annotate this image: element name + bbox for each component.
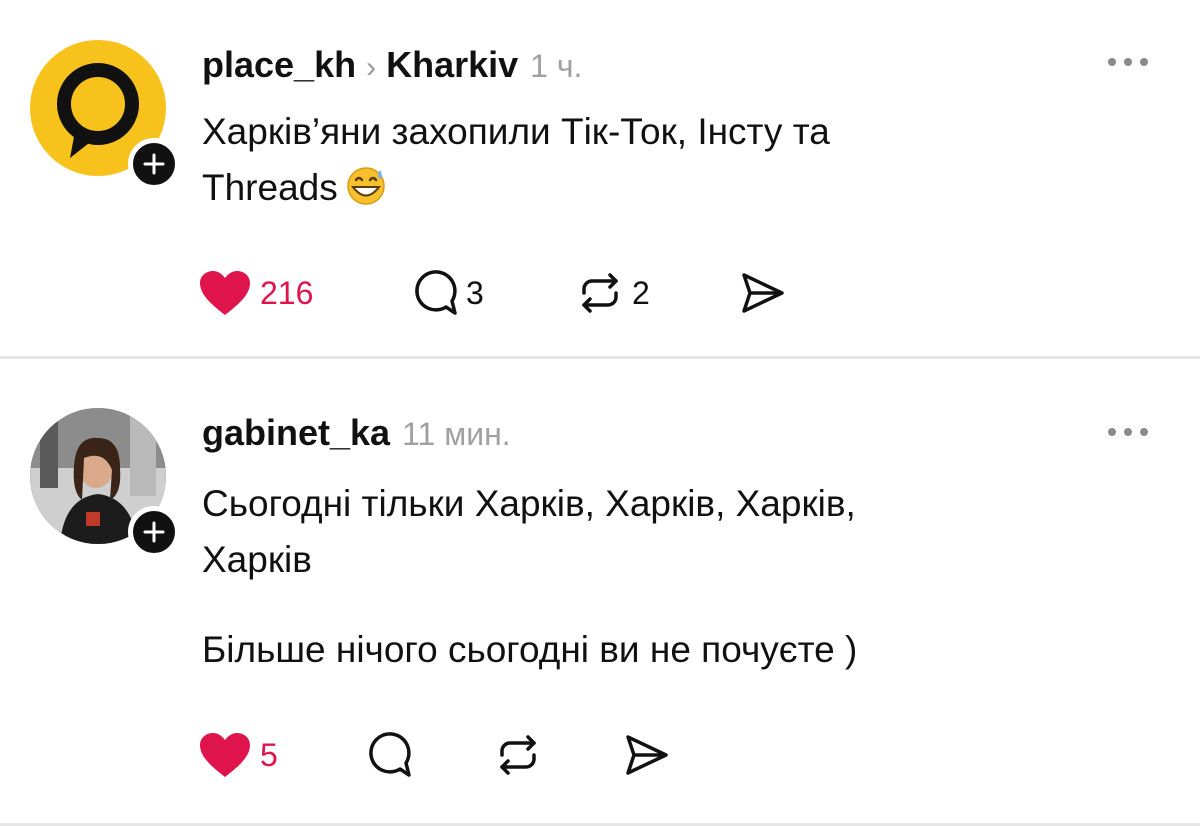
like-button[interactable]: 216 [198, 268, 313, 318]
dot [1140, 58, 1148, 66]
avatar[interactable] [30, 408, 180, 558]
repost-icon [582, 273, 618, 313]
repost-icon [500, 735, 536, 775]
post-text-line: Більше нічого сьогодні ви не почуєте ) [202, 629, 858, 670]
more-options-button[interactable] [1108, 54, 1148, 70]
comment-bubble-icon [369, 732, 411, 777]
plus-icon [143, 521, 165, 543]
repost-count: 2 [632, 274, 650, 311]
like-count: 216 [260, 274, 314, 311]
dot [1140, 428, 1148, 436]
comment-bubble-icon [415, 270, 457, 315]
reply-button[interactable] [364, 730, 412, 780]
username[interactable]: gabinet_ka [202, 412, 390, 454]
community-name[interactable]: Kharkiv [386, 44, 518, 86]
repost-button[interactable] [494, 730, 542, 780]
post-text-line: Threads [202, 167, 338, 208]
more-options-button[interactable] [1108, 424, 1148, 440]
avatar[interactable] [30, 40, 180, 190]
post-time: 11 мин. [402, 416, 511, 452]
like-count: 5 [260, 736, 278, 773]
send-icon [742, 273, 784, 313]
reply-count: 3 [466, 274, 484, 311]
post-text: Харків’яни захопили Тік-Ток, Інсту та Th… [202, 104, 830, 216]
thread-post[interactable]: place_kh › Kharkiv 1 ч. Харків’яни захоп… [0, 0, 1200, 358]
repost-button[interactable]: 2 [576, 268, 650, 318]
dot [1124, 58, 1132, 66]
share-button[interactable] [738, 268, 788, 318]
plus-icon [143, 153, 165, 175]
heart-filled-icon [200, 733, 250, 777]
reply-button[interactable]: 3 [410, 268, 484, 318]
post-text-line: Харків’яни захопили Тік-Ток, Інсту та [202, 111, 830, 152]
dot [1108, 58, 1116, 66]
share-button[interactable] [622, 730, 672, 780]
like-button[interactable]: 5 [198, 730, 278, 780]
follow-plus-button[interactable] [128, 138, 180, 190]
post-text: Сьогодні тільки Харків, Харків, Харків, … [202, 476, 857, 678]
username[interactable]: place_kh [202, 44, 356, 86]
post-time: 1 ч. [530, 48, 583, 84]
follow-plus-button[interactable] [128, 506, 180, 558]
grinning-face-with-sweat-icon [340, 166, 388, 206]
post-text-line-with-emoji: Threads [202, 160, 830, 216]
post-text-line: Харків [202, 539, 312, 580]
dot [1124, 428, 1132, 436]
post-header: gabinet_ka 11 мин. [202, 412, 511, 454]
post-header: place_kh › Kharkiv 1 ч. [202, 44, 582, 86]
post-divider [0, 356, 1200, 359]
dot [1108, 428, 1116, 436]
post-text-blank-line [202, 588, 857, 622]
thread-post[interactable]: gabinet_ka 11 мин. Сьогодні тільки Харкі… [0, 360, 1200, 824]
send-icon [626, 735, 668, 775]
post-text-line: Сьогодні тільки Харків, Харків, Харків, [202, 483, 856, 524]
chevron-right-icon: › [366, 51, 377, 84]
heart-filled-icon [200, 271, 250, 315]
